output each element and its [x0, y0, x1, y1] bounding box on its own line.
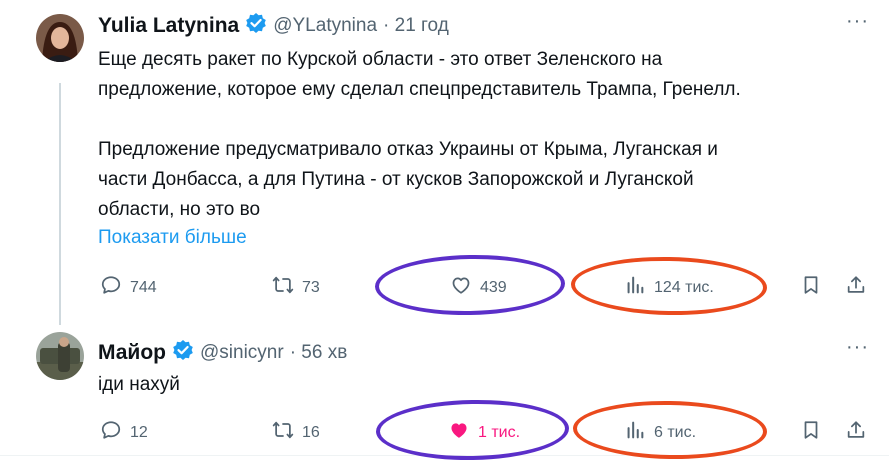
share-button[interactable]	[845, 274, 867, 301]
avatar[interactable]	[36, 14, 84, 62]
tweet-text: іди нахуй	[98, 370, 180, 400]
like-button-active[interactable]: 1 тис.	[448, 419, 520, 446]
author-name[interactable]: Yulia Latynina	[98, 14, 239, 38]
share-icon	[845, 274, 867, 301]
verified-badge-icon	[172, 339, 194, 366]
reply-count: 12	[130, 423, 148, 441]
verified-badge-icon	[245, 12, 267, 39]
heart-filled-icon	[448, 419, 470, 446]
text-line: предложение, которое ему сделал спецпред…	[98, 79, 741, 100]
avatar[interactable]	[36, 332, 84, 380]
author-name[interactable]: Майор	[98, 341, 166, 365]
reply-button[interactable]: 744	[100, 274, 157, 301]
text-line: Еще десять ракет по Курской области - эт…	[98, 49, 663, 70]
share-button[interactable]	[845, 419, 867, 446]
repost-button[interactable]: 73	[272, 274, 320, 301]
heart-icon	[450, 274, 472, 301]
more-options-icon[interactable]: ···	[846, 10, 869, 33]
repost-icon	[272, 419, 294, 446]
divider	[0, 455, 889, 456]
reply-icon	[100, 419, 122, 446]
timestamp[interactable]: · 56 хв	[290, 342, 348, 364]
tweet-text: Еще десять ракет по Курской области - эт…	[98, 45, 741, 225]
text-line-blank	[98, 105, 741, 135]
like-button[interactable]: 439	[450, 274, 507, 301]
timestamp[interactable]: · 21 год	[383, 15, 449, 37]
thread-connector-line	[59, 83, 61, 325]
text-line: Предложение предусматривало отказ Украин…	[98, 139, 718, 160]
bookmark-button[interactable]	[800, 419, 822, 446]
analytics-icon	[624, 419, 646, 446]
views-button[interactable]: 124 тис.	[624, 274, 714, 301]
author-handle[interactable]: @sinicynr	[200, 342, 284, 364]
view-count: 124 тис.	[654, 278, 714, 296]
bookmark-button[interactable]	[800, 274, 822, 301]
reply-count: 744	[130, 278, 157, 296]
more-options-icon[interactable]: ···	[846, 336, 869, 359]
text-line: іди нахуй	[98, 374, 180, 395]
share-icon	[845, 419, 867, 446]
bookmark-icon	[800, 274, 822, 301]
view-count: 6 тис.	[654, 423, 697, 441]
repost-icon	[272, 274, 294, 301]
repost-button[interactable]: 16	[272, 419, 320, 446]
bookmark-icon	[800, 419, 822, 446]
views-button[interactable]: 6 тис.	[624, 419, 696, 446]
text-line: области, но это во	[98, 199, 261, 220]
analytics-icon	[624, 274, 646, 301]
repost-count: 16	[302, 423, 320, 441]
reply-icon	[100, 274, 122, 301]
like-count: 1 тис.	[478, 423, 521, 441]
text-line: части Донбасса, а для Путина - от кусков…	[98, 169, 694, 190]
show-more-link[interactable]: Показати більше	[98, 227, 247, 249]
repost-count: 73	[302, 278, 320, 296]
like-count: 439	[480, 278, 507, 296]
author-handle[interactable]: @YLatynina	[273, 15, 377, 37]
reply-button[interactable]: 12	[100, 419, 148, 446]
